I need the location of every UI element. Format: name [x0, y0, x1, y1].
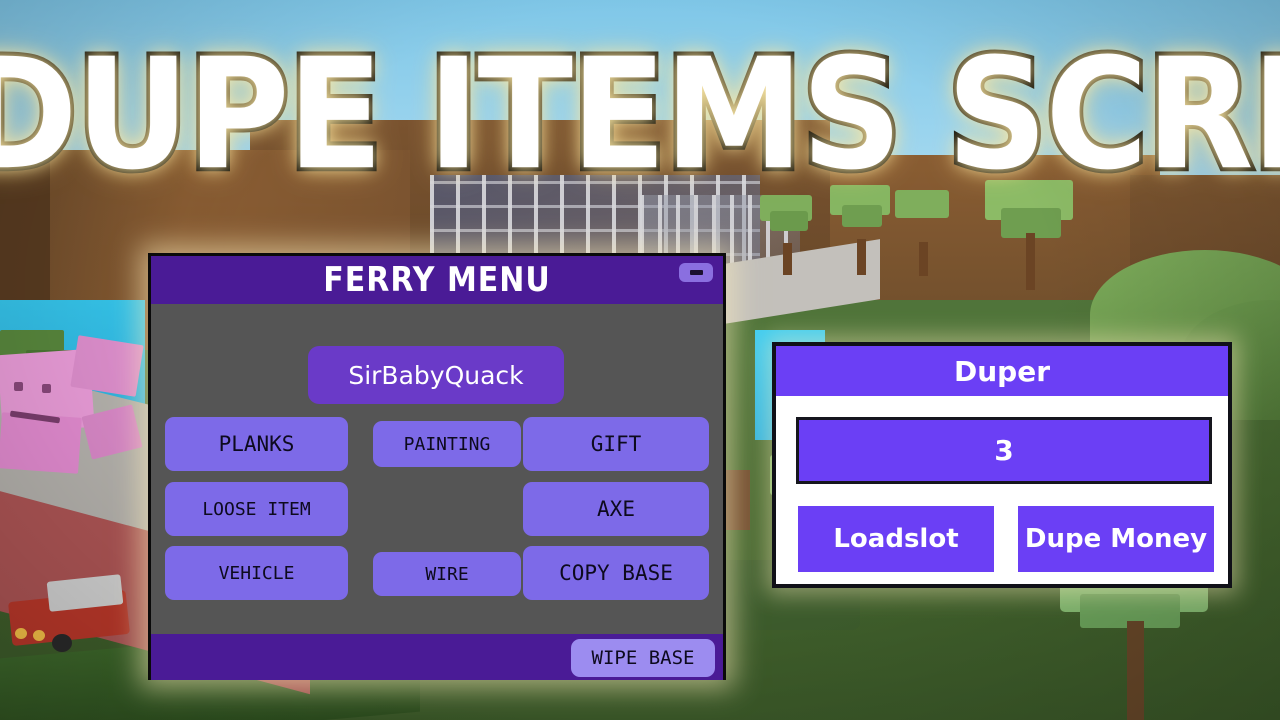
duper-panel-title: Duper: [953, 354, 1051, 388]
button-loose-item[interactable]: LOOSE ITEM: [165, 482, 348, 536]
button-wipe-base[interactable]: WIPE BASE: [571, 639, 715, 677]
background-pink-eye: [42, 384, 51, 393]
ferry-menu-title: FERRY MENU: [323, 260, 551, 300]
duper-panel-body: 3 Loadslot Dupe Money: [776, 396, 1228, 584]
username-display[interactable]: SirBabyQuack: [308, 346, 564, 404]
background-car-wheel: [52, 634, 72, 652]
minimize-icon: [689, 270, 703, 275]
button-gift[interactable]: GIFT: [523, 417, 709, 471]
slot-number-input[interactable]: 3: [796, 417, 1212, 484]
background-car-headlight: [33, 630, 45, 641]
background-car-headlight: [15, 628, 27, 639]
button-wire[interactable]: WIRE: [373, 552, 521, 596]
button-vehicle[interactable]: VEHICLE: [165, 546, 348, 600]
ferry-menu-body: SirBabyQuack PLANKS PAINTING GIFT LOOSE …: [151, 304, 723, 634]
background-tree: [760, 195, 814, 275]
duper-panel[interactable]: Duper 3 Loadslot Dupe Money: [772, 342, 1232, 588]
thumbnail-title: DUPE ITEMS SCRIPT: [0, 24, 1280, 206]
minimize-button[interactable]: [679, 263, 713, 282]
button-dupe-money[interactable]: Dupe Money: [1018, 506, 1214, 572]
button-loadslot[interactable]: Loadslot: [798, 506, 994, 572]
background-pink-block: [70, 335, 144, 397]
background-pink-block: [0, 412, 82, 474]
username-label: SirBabyQuack: [348, 360, 524, 390]
button-painting[interactable]: PAINTING: [373, 421, 521, 467]
ferry-menu-titlebar: FERRY MENU: [151, 256, 723, 304]
background-pink-eye: [14, 382, 23, 391]
ferry-menu-window[interactable]: FERRY MENU SirBabyQuack PLANKS PAINTING …: [148, 253, 726, 680]
duper-panel-titlebar: Duper: [776, 346, 1228, 396]
screenshot-stage: DUPE ITEMS SCRIPT FERRY MENU SirBabyQuac…: [0, 0, 1280, 720]
duper-action-row: Loadslot Dupe Money: [798, 506, 1214, 572]
button-planks[interactable]: PLANKS: [165, 417, 348, 471]
ferry-menu-footer: WIPE BASE: [151, 634, 723, 680]
button-axe[interactable]: AXE: [523, 482, 709, 536]
button-copy-base[interactable]: COPY BASE: [523, 546, 709, 600]
